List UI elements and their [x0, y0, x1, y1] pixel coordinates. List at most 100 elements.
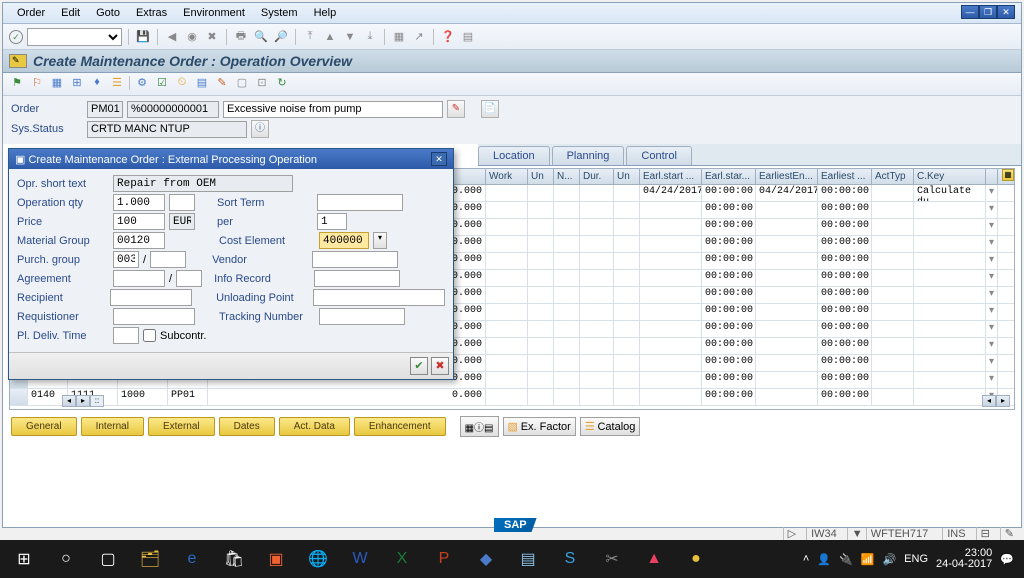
grid-cell[interactable]: 00:00:00 — [818, 389, 872, 405]
grid-cell[interactable]: 00:00:00 — [818, 355, 872, 371]
grid-cell[interactable] — [756, 236, 818, 252]
grid-cell[interactable] — [756, 219, 818, 235]
grid-cell[interactable] — [914, 270, 986, 286]
chrome-icon[interactable]: 🌐 — [298, 544, 338, 574]
grid-cell[interactable] — [914, 287, 986, 303]
grid-cell[interactable]: 00:00:00 — [818, 185, 872, 201]
grid-cell[interactable]: 00:00:00 — [818, 372, 872, 388]
tray-lang[interactable]: ENG — [904, 553, 928, 565]
grid-cell[interactable] — [640, 202, 702, 218]
grid-cell[interactable]: 00:00:00 — [702, 389, 756, 405]
schedule-icon[interactable]: ⏲ — [174, 76, 190, 92]
grid-cell[interactable] — [486, 253, 528, 269]
grid-cell[interactable] — [614, 355, 640, 371]
documents-icon[interactable]: 📄 — [481, 100, 499, 118]
qty-unit-field[interactable] — [169, 194, 195, 211]
grid-col-header[interactable] — [986, 169, 998, 184]
grid-cell[interactable] — [914, 338, 986, 354]
grid-cell[interactable]: 00:00:00 — [702, 338, 756, 354]
grid-cell[interactable] — [554, 321, 580, 337]
first-page-icon[interactable]: ⤒ — [302, 29, 318, 45]
dates-button[interactable]: Dates — [219, 417, 275, 436]
grid-col-header[interactable]: Un — [528, 169, 554, 184]
grid-cell[interactable] — [486, 372, 528, 388]
grid-cell[interactable] — [614, 219, 640, 235]
grid-cell[interactable]: 00:00:00 — [702, 321, 756, 337]
grid-cell[interactable]: 00:00:00 — [702, 185, 756, 201]
tray-up-icon[interactable]: ˄ — [803, 553, 809, 565]
menu-help[interactable]: Help — [308, 5, 343, 21]
flag-icon[interactable]: ⚑ — [9, 76, 25, 92]
grid-cell[interactable] — [486, 202, 528, 218]
excel-icon[interactable]: X — [382, 544, 422, 574]
external-button[interactable]: External — [148, 417, 215, 436]
app3-icon[interactable]: ● — [676, 544, 716, 574]
tab-control[interactable]: Control — [626, 146, 691, 165]
menu-system[interactable]: System — [255, 5, 304, 21]
grid-cell[interactable] — [756, 389, 818, 405]
grid-cell[interactable] — [554, 202, 580, 218]
notepad-icon[interactable]: ▤ — [508, 544, 548, 574]
grid-cell[interactable] — [614, 253, 640, 269]
grid-cell[interactable] — [528, 338, 554, 354]
grid-cell[interactable] — [872, 355, 914, 371]
components-icon[interactable]: ▤ — [194, 76, 210, 92]
complete-icon[interactable]: ▦ — [49, 76, 65, 92]
tab-planning[interactable]: Planning — [552, 146, 625, 165]
recip-field[interactable] — [110, 289, 192, 306]
grid-cell[interactable] — [580, 219, 614, 235]
grid-cell[interactable]: ▾ — [986, 321, 998, 337]
grid-cell[interactable] — [756, 321, 818, 337]
grid-cell[interactable] — [486, 287, 528, 303]
save-icon[interactable]: 💾 — [135, 29, 151, 45]
agree-field[interactable] — [113, 270, 165, 287]
edge-icon[interactable]: e — [172, 544, 212, 574]
grid-col-header[interactable]: EarliestEn... — [756, 169, 818, 184]
grid-cell[interactable]: 00:00:00 — [818, 219, 872, 235]
grid-cell[interactable] — [640, 372, 702, 388]
enhancement-button[interactable]: Enhancement — [354, 417, 446, 436]
close-icon[interactable]: ✕ — [997, 5, 1015, 19]
start-icon[interactable]: ⊞ — [4, 544, 44, 574]
grid-col-header[interactable]: C.Key — [914, 169, 986, 184]
grid-cell[interactable] — [614, 270, 640, 286]
grid-cell[interactable] — [614, 202, 640, 218]
grid-cell[interactable] — [554, 185, 580, 201]
tab-location[interactable]: Location — [478, 146, 550, 165]
grid-cell[interactable] — [554, 253, 580, 269]
settlement-icon[interactable]: ♦ — [89, 76, 105, 92]
grid-cell[interactable]: 00:00:00 — [818, 304, 872, 320]
order-description-field[interactable]: Excessive noise from pump — [223, 101, 443, 118]
snip-icon[interactable]: ✂ — [592, 544, 632, 574]
grid-cell[interactable] — [580, 355, 614, 371]
grid-cell[interactable] — [640, 236, 702, 252]
pgrp-org-field[interactable] — [150, 251, 186, 268]
grid-config-icon[interactable]: ▦ — [1002, 169, 1014, 181]
grid-cell[interactable] — [554, 236, 580, 252]
currency-field[interactable] — [169, 213, 195, 230]
refresh-icon[interactable]: ↻ — [274, 76, 290, 92]
grid-cell[interactable]: 00:00:00 — [702, 236, 756, 252]
status-arrow-icon[interactable]: ▷ — [783, 527, 800, 540]
prev-page-icon[interactable]: ▲ — [322, 29, 338, 45]
view-switch-icon[interactable]: ▦ⓘ▤ — [460, 416, 499, 437]
app2-icon[interactable]: ▲ — [634, 544, 674, 574]
grid-cell[interactable] — [580, 321, 614, 337]
grid-cell[interactable]: ▾ — [986, 253, 998, 269]
grid-cell[interactable] — [528, 287, 554, 303]
grid-cell[interactable] — [640, 270, 702, 286]
grid-cell[interactable] — [528, 236, 554, 252]
grid-cell[interactable] — [486, 219, 528, 235]
scroll-last-icon[interactable]: ▸ — [996, 395, 1010, 407]
grid-cell[interactable] — [614, 338, 640, 354]
grid-cell[interactable]: 00:00:00 — [818, 287, 872, 303]
sapgui-icon[interactable]: ◆ — [466, 544, 506, 574]
grid-cell[interactable] — [614, 287, 640, 303]
grid-cell[interactable] — [614, 185, 640, 201]
order-number-field[interactable]: %00000000001 — [127, 101, 219, 118]
tray-wifi-icon[interactable]: 📶 — [861, 553, 875, 566]
per-field[interactable] — [317, 213, 347, 230]
grid-cell[interactable] — [756, 270, 818, 286]
ex-factor-button[interactable]: ▧ Ex. Factor — [503, 417, 576, 436]
grid-cell[interactable] — [640, 389, 702, 405]
